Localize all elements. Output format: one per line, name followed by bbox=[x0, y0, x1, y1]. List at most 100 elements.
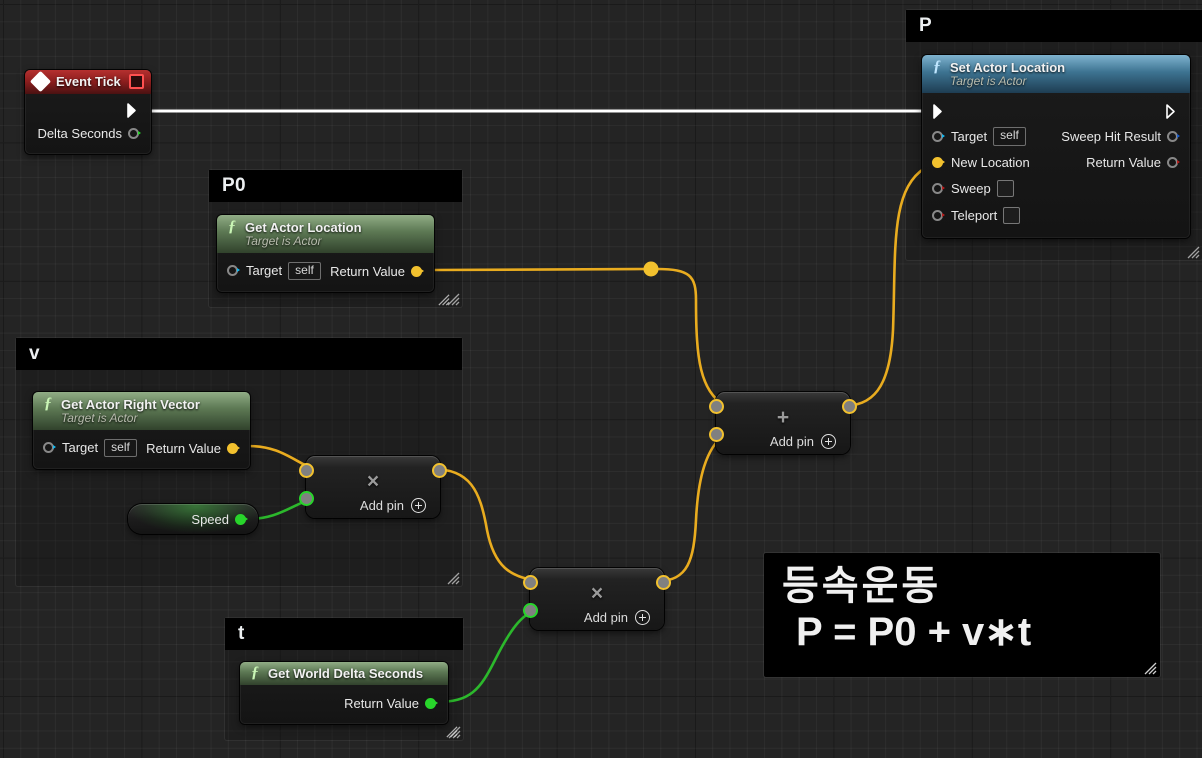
teleport-checkbox[interactable] bbox=[1003, 207, 1021, 224]
input-pin-target[interactable] bbox=[932, 130, 945, 142]
exec-out-pin[interactable] bbox=[126, 102, 141, 119]
node-get-actor-location-title: Get Actor Location bbox=[245, 219, 362, 235]
node-get-actor-location-header: ƒ Get Actor Location Target is Actor bbox=[217, 215, 434, 253]
pin-label-return-value: Return Value bbox=[1086, 154, 1161, 170]
math-operator-multiply: × bbox=[590, 582, 604, 605]
blueprint-graph-canvas[interactable]: P P0 v t Event Tick Delta Seconds ƒ Set … bbox=[0, 0, 1202, 758]
comment-title-p0: P0 bbox=[209, 170, 462, 202]
output-pin-return-value[interactable] bbox=[425, 697, 438, 709]
formula-korean-text: 등속운동 bbox=[782, 564, 942, 608]
function-f-icon: ƒ bbox=[251, 664, 259, 681]
output-pin-return-value[interactable] bbox=[411, 265, 424, 277]
add-pin-label: Add pin bbox=[583, 610, 628, 625]
output-pin[interactable] bbox=[432, 463, 447, 478]
plus-circle-icon[interactable] bbox=[635, 610, 650, 625]
pin-label-new-location: New Location bbox=[951, 154, 1030, 170]
node-event-tick-title: Event Tick bbox=[56, 74, 121, 89]
node-multiply-velocity[interactable]: × Add pin bbox=[299, 456, 447, 518]
add-pin-label: Add pin bbox=[769, 434, 814, 449]
output-pin-sweep-hit-result[interactable] bbox=[1167, 131, 1180, 142]
input-pin-teleport[interactable] bbox=[932, 210, 945, 221]
input-pin-b[interactable] bbox=[523, 603, 538, 618]
exec-in-pin[interactable] bbox=[932, 103, 947, 120]
resize-grip-icon[interactable] bbox=[445, 725, 458, 738]
node-get-actor-location-subtitle: Target is Actor bbox=[245, 234, 322, 248]
node-event-tick[interactable]: Event Tick Delta Seconds bbox=[25, 70, 151, 154]
wire-reroute-to-add-a bbox=[656, 267, 726, 408]
node-get-actor-right-vector[interactable]: ƒ Get Actor Right Vector Target is Actor… bbox=[33, 392, 250, 469]
formula-comment-box[interactable]: 등속운동 P = P0 + v∗t bbox=[764, 553, 1160, 677]
comment-title-t: t bbox=[225, 618, 463, 650]
pin-label-target: Target bbox=[62, 440, 99, 456]
output-pin-return-value[interactable] bbox=[227, 442, 240, 454]
pin-label-return-value: Return Value bbox=[344, 695, 419, 711]
output-pin[interactable] bbox=[656, 575, 671, 590]
math-operator-add: + bbox=[776, 406, 790, 429]
pin-label-teleport: Teleport bbox=[951, 208, 998, 223]
pin-label-target: Target bbox=[246, 263, 283, 279]
function-f-icon: ƒ bbox=[933, 58, 941, 75]
target-self-value[interactable]: self bbox=[104, 438, 137, 458]
output-pin-delta-seconds[interactable] bbox=[128, 128, 141, 139]
resize-grip-icon[interactable] bbox=[446, 571, 460, 585]
target-self-value[interactable]: self bbox=[288, 261, 321, 281]
output-pin-return-value[interactable] bbox=[1167, 156, 1180, 168]
add-pin-label: Add pin bbox=[359, 498, 404, 513]
node-set-actor-location-header: ƒ Set Actor Location Target is Actor bbox=[922, 55, 1190, 93]
add-pin-control[interactable]: Add pin bbox=[530, 604, 664, 625]
node-get-actor-right-vector-subtitle: Target is Actor bbox=[61, 411, 138, 425]
pin-label-sweep-hit-result: Sweep Hit Result bbox=[1061, 129, 1161, 144]
sweep-checkbox[interactable] bbox=[996, 180, 1014, 197]
node-set-actor-location-title: Set Actor Location bbox=[950, 59, 1066, 75]
node-event-tick-header: Event Tick bbox=[25, 70, 151, 94]
pin-label-sweep: Sweep bbox=[951, 181, 991, 196]
plus-circle-icon[interactable] bbox=[821, 434, 836, 449]
comment-title-p: P bbox=[906, 10, 1202, 42]
resize-grip-icon[interactable] bbox=[437, 293, 450, 306]
node-get-world-delta-seconds-title: Get World Delta Seconds bbox=[268, 665, 424, 681]
node-set-actor-location-subtitle: Target is Actor bbox=[950, 74, 1027, 88]
input-pin-a[interactable] bbox=[299, 463, 314, 478]
input-pin-a[interactable] bbox=[709, 399, 724, 414]
event-stop-icon[interactable] bbox=[129, 74, 144, 89]
exec-out-pin[interactable] bbox=[1165, 103, 1180, 120]
variable-label-speed: Speed bbox=[191, 511, 229, 527]
comment-title-v: v bbox=[16, 338, 462, 370]
input-pin-a[interactable] bbox=[523, 575, 538, 590]
input-pin-b[interactable] bbox=[709, 427, 724, 442]
input-pin-target[interactable] bbox=[227, 265, 240, 277]
input-pin-b[interactable] bbox=[299, 491, 314, 506]
add-pin-control[interactable]: Add pin bbox=[716, 428, 850, 449]
input-pin-sweep[interactable] bbox=[932, 183, 945, 194]
node-set-actor-location[interactable]: ƒ Set Actor Location Target is Actor Tar… bbox=[922, 55, 1190, 238]
node-get-actor-location[interactable]: ƒ Get Actor Location Target is Actor Tar… bbox=[217, 215, 450, 306]
node-get-actor-right-vector-title: Get Actor Right Vector bbox=[61, 396, 200, 412]
resize-grip-icon[interactable] bbox=[1186, 245, 1200, 259]
wire-reroute-node[interactable] bbox=[643, 261, 659, 277]
pin-label-return-value: Return Value bbox=[330, 263, 405, 279]
event-diamond-icon bbox=[29, 70, 52, 93]
variable-node-speed[interactable]: Speed bbox=[128, 504, 258, 534]
plus-circle-icon[interactable] bbox=[411, 498, 426, 513]
pin-label-return-value: Return Value bbox=[146, 440, 221, 456]
node-get-actor-right-vector-header: ƒ Get Actor Right Vector Target is Actor bbox=[33, 392, 250, 430]
function-f-icon: ƒ bbox=[228, 218, 236, 235]
add-pin-control[interactable]: Add pin bbox=[306, 492, 440, 513]
pin-label-delta-seconds: Delta Seconds bbox=[37, 126, 122, 141]
resize-grip-icon[interactable] bbox=[1143, 661, 1157, 675]
node-multiply-time[interactable]: × Add pin bbox=[523, 568, 671, 630]
input-pin-target[interactable] bbox=[43, 442, 56, 454]
output-pin-speed[interactable] bbox=[235, 513, 248, 525]
math-operator-multiply: × bbox=[366, 470, 380, 493]
node-get-world-delta-seconds-header: ƒ Get World Delta Seconds bbox=[240, 662, 448, 685]
output-pin[interactable] bbox=[842, 399, 857, 414]
node-get-world-delta-seconds[interactable]: ƒ Get World Delta Seconds Return Value bbox=[240, 662, 458, 738]
node-add-position[interactable]: + Add pin bbox=[709, 392, 857, 454]
wire-multiplyt-to-add-b bbox=[657, 432, 726, 583]
wire-getlocation-to-reroute bbox=[431, 267, 646, 272]
pin-label-target: Target bbox=[951, 128, 988, 144]
target-self-value[interactable]: self bbox=[993, 127, 1026, 146]
input-pin-new-location[interactable] bbox=[932, 156, 945, 168]
formula-equation-text: P = P0 + v∗t bbox=[796, 610, 1032, 655]
function-f-icon: ƒ bbox=[44, 395, 52, 412]
